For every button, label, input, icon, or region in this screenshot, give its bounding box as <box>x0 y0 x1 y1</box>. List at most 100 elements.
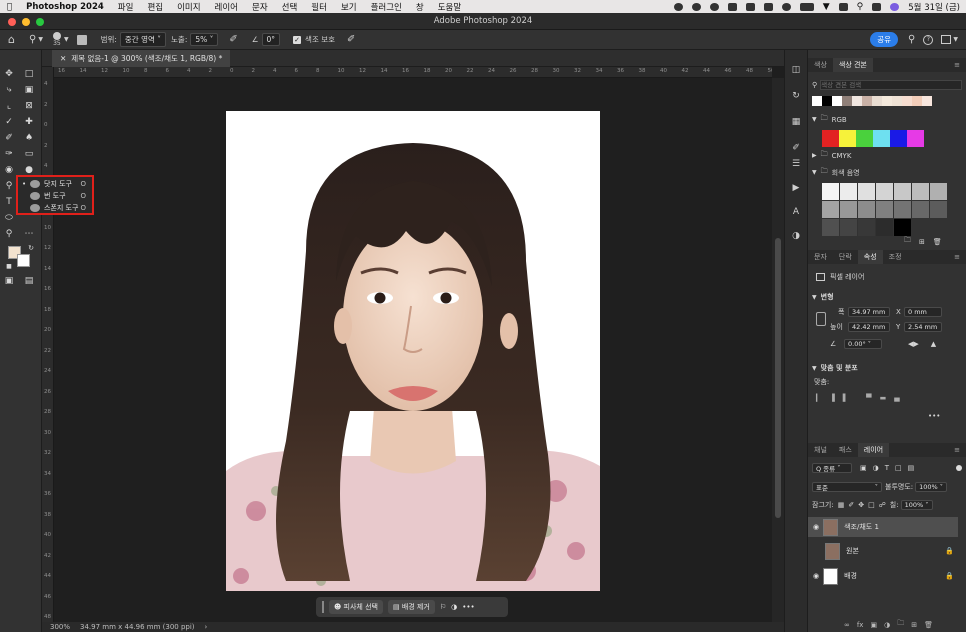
screen-mode-icon[interactable]: ▤ <box>22 275 36 287</box>
align-right-icon[interactable]: ▌ <box>843 394 848 402</box>
minimize-window-icon[interactable] <box>22 18 30 26</box>
add-mask-icon[interactable]: ▣ <box>870 621 877 629</box>
layer-filter-select[interactable]: Q 종류 ˅ <box>812 463 852 473</box>
rgb-swatch[interactable] <box>822 130 839 147</box>
tab-channels[interactable]: 채널 <box>808 443 833 457</box>
learn-icon[interactable]: ◫ <box>790 64 802 76</box>
gray-swatch[interactable] <box>840 183 857 200</box>
protect-tones-checkbox[interactable]: ✓ <box>293 35 302 44</box>
rgb-swatch[interactable] <box>907 130 924 147</box>
gray-swatch[interactable] <box>822 201 839 218</box>
rgb-swatch[interactable] <box>839 130 856 147</box>
recent-swatch[interactable] <box>922 96 932 106</box>
gray-swatch[interactable] <box>822 219 839 236</box>
status-icon[interactable] <box>691 2 701 11</box>
glyphs-icon[interactable]: A <box>790 206 802 218</box>
more-options-icon[interactable]: ••• <box>462 603 474 611</box>
panel-menu-icon[interactable]: ≡ <box>948 58 966 72</box>
eyedropper-tool-icon[interactable]: ✓ <box>2 116 16 128</box>
align-section[interactable]: ▼ 맞춤 및 분포 <box>812 363 966 373</box>
recent-swatch[interactable] <box>882 96 892 106</box>
default-colors-icon[interactable]: ■ <box>2 260 16 272</box>
vertical-scrollbar[interactable] <box>772 78 784 622</box>
tab-layers[interactable]: 레이어 <box>857 443 890 457</box>
blend-mode-select[interactable]: 표준 ˅ <box>812 482 882 492</box>
flyout-item-sponge[interactable]: 스폰지 도구 O <box>18 202 92 214</box>
menu-select[interactable]: 선택 <box>275 1 305 13</box>
adjustment-layer-icon[interactable]: ◑ <box>884 621 890 629</box>
menu-file[interactable]: 파일 <box>111 1 141 13</box>
chevron-down-icon[interactable]: ▼ <box>64 36 69 43</box>
exposure-field[interactable]: 5% ˅ <box>190 33 219 46</box>
menu-edit[interactable]: 편집 <box>140 1 170 13</box>
move-tool-icon[interactable]: ✥ <box>2 68 16 80</box>
app-status-icon[interactable] <box>709 2 719 11</box>
filter-toggle-icon[interactable] <box>956 465 962 471</box>
eraser-tool-icon[interactable]: ▭ <box>22 148 36 160</box>
recent-swatch[interactable] <box>852 96 862 106</box>
filter-shape-icon[interactable]: □ <box>895 464 902 472</box>
new-layer-icon[interactable]: ⊞ <box>911 621 917 629</box>
more-tools-icon[interactable]: ⋯ <box>22 228 36 240</box>
artboard-tool-icon[interactable]: □ <box>22 68 36 80</box>
input-source-icon[interactable] <box>838 2 848 11</box>
scrollbar-thumb[interactable] <box>775 238 781 518</box>
filter-smart-icon[interactable]: ▤ <box>908 464 915 472</box>
tab-properties[interactable]: 속성 <box>857 250 883 264</box>
tab-paragraph[interactable]: 단락 <box>833 250 858 264</box>
gray-swatch[interactable] <box>858 183 875 200</box>
recent-swatch[interactable] <box>862 96 872 106</box>
actions-icon[interactable]: ▶ <box>790 182 802 194</box>
wifi-icon[interactable]: ▼ <box>823 2 830 12</box>
shape-tool-icon[interactable]: ⬭ <box>2 212 16 224</box>
flyout-item-dodge[interactable]: • 닷지 도구 O <box>18 178 92 190</box>
eye-icon[interactable]: ◉ <box>813 523 819 531</box>
lasso-tool-icon[interactable]: ⤷ <box>2 84 16 96</box>
tab-paths[interactable]: 패스 <box>833 443 858 457</box>
workspace-icon[interactable] <box>941 35 952 44</box>
adjustments-icon[interactable]: ☰ <box>790 158 802 170</box>
background-color-swatch[interactable] <box>17 254 30 267</box>
chevron-down-icon[interactable]: ▼ <box>953 36 958 43</box>
swatch-group-cmyk[interactable]: ▶ 🗀 CMYK <box>812 150 966 161</box>
brush-preview[interactable]: 35 <box>52 32 61 47</box>
siri-icon[interactable] <box>890 2 900 11</box>
menu-view[interactable]: 보기 <box>334 1 364 13</box>
menu-filter[interactable]: 필터 <box>304 1 334 13</box>
new-group-icon[interactable]: 🗀 <box>897 619 904 630</box>
gray-swatch[interactable] <box>876 183 893 200</box>
gray-swatch[interactable] <box>912 201 929 218</box>
link-dimensions-icon[interactable] <box>816 312 826 326</box>
gray-swatch[interactable] <box>840 201 857 218</box>
angle-field[interactable]: 0.00° ˅ <box>844 339 882 349</box>
gray-swatch[interactable] <box>876 201 893 218</box>
dodge-tool-icon[interactable]: ⚲ <box>2 180 16 192</box>
opacity-field[interactable]: 100% ˅ <box>915 482 948 492</box>
portrait-photo[interactable] <box>226 111 600 591</box>
recent-swatch[interactable] <box>842 96 852 106</box>
recent-swatch[interactable] <box>912 96 922 106</box>
gray-swatch[interactable] <box>822 183 839 200</box>
chevron-down-icon[interactable]: ▼ <box>38 36 43 43</box>
range-select[interactable]: 중간 영역 ˅ <box>119 32 167 47</box>
new-group-icon[interactable]: 🗀 <box>904 236 911 247</box>
record-icon[interactable] <box>673 2 683 11</box>
zoom-tool-icon[interactable]: ⚲ <box>2 228 16 240</box>
battery-icon[interactable] <box>799 2 814 11</box>
flyout-item-burn[interactable]: 번 도구 O <box>18 190 92 202</box>
new-swatch-icon[interactable]: ⊞ <box>919 238 925 246</box>
eye-icon[interactable]: ◉ <box>813 572 819 580</box>
lock-artboard-icon[interactable]: □ <box>868 501 875 509</box>
select-subject-button[interactable]: ☻ 피사체 선택 <box>329 600 383 614</box>
history-brush-tool-icon[interactable]: ✑ <box>2 148 16 160</box>
x-field[interactable]: 0 mm <box>904 307 942 317</box>
lock-position-icon[interactable]: ✥ <box>858 501 864 509</box>
rgb-swatch[interactable] <box>873 130 890 147</box>
cast-icon[interactable] <box>763 2 773 11</box>
dodge-tool-preset-icon[interactable]: ⚲ <box>29 34 36 45</box>
adjust-icon[interactable]: ◑ <box>451 603 457 611</box>
search-icon[interactable]: ⚲ <box>857 2 864 12</box>
gray-swatch[interactable] <box>894 219 911 236</box>
horizontal-ruler[interactable]: 16 14 12 10 8 6 4 2 0 2 4 6 8 10 12 14 16 18 20 22 24 26 28 30 3… <box>54 67 772 78</box>
align-more-button[interactable]: ••• <box>928 412 958 420</box>
